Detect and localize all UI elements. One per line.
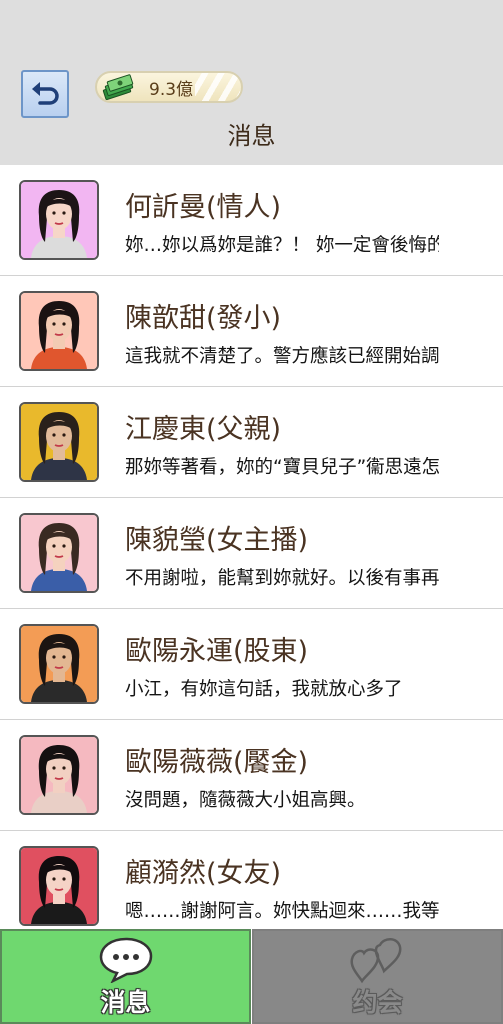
money-value: 9.3億 <box>149 79 194 100</box>
page-title: 消息 <box>227 122 276 150</box>
contact-row[interactable]: 陳貌瑩(女主播) 不用謝啦，能幫到妳就好。以後有事再找我 <box>0 498 503 609</box>
tab-messages[interactable]: 消息 <box>0 929 251 1024</box>
contact-row[interactable]: 歐陽薇薇(饜金) 沒問題，隨薇薇大小姐高興。 <box>0 720 503 831</box>
contact-last-message: 這我就不清楚了。警方應該已經開始調查了 <box>125 346 439 367</box>
contact-last-message: 嗯……謝謝阿言。妳快點迴來……我等妳 <box>125 901 439 922</box>
avatar <box>19 624 99 704</box>
contact-last-message: 不用謝啦，能幫到妳就好。以後有事再找我 <box>125 568 439 589</box>
cash-stack-icon <box>101 73 137 101</box>
contact-last-message: 那妳等著看，妳的“寶貝兒子”衞思遠怎麼辦 <box>125 457 439 478</box>
bottom-tab-bar: 消息 约会 <box>0 929 503 1024</box>
back-arrow-icon <box>32 82 59 105</box>
tab-dating[interactable]: 约会 <box>252 929 503 1024</box>
contact-row[interactable]: 江慶東(父親) 那妳等著看，妳的“寶貝兒子”衞思遠怎麼辦 <box>0 387 503 498</box>
top-header: 9.3億 消息 <box>0 0 503 166</box>
contact-last-message: 妳…妳以爲妳是誰？！ 妳一定會後悔的 <box>125 235 439 256</box>
contact-row[interactable]: 歐陽永運(股東) 小江，有妳這句話，我就放心多了 <box>0 609 503 720</box>
contact-name: 江慶東(父親) <box>125 414 282 445</box>
contact-last-message: 小江，有妳這句話，我就放心多了 <box>125 679 403 700</box>
contact-name: 顧漪然(女友) <box>125 858 282 889</box>
contact-last-message: 沒問題，隨薇薇大小姐高興。 <box>125 790 366 811</box>
avatar <box>19 180 99 260</box>
hearts-icon <box>349 938 401 984</box>
money-stripes <box>195 73 241 101</box>
contact-name: 歐陽薇薇(饜金) <box>125 747 309 778</box>
avatar <box>19 735 99 815</box>
contact-list: 何訢曼(情人) 妳…妳以爲妳是誰？！ 妳一定會後悔的陳歆甜(發小) 這我就不清楚了。… <box>0 165 503 929</box>
money-display: 9.3億 <box>95 71 243 103</box>
tab-messages-label: 消息 <box>100 988 151 1017</box>
avatar <box>19 513 99 593</box>
avatar <box>19 291 99 371</box>
back-button[interactable] <box>21 70 69 118</box>
tab-dating-label: 约会 <box>352 988 403 1017</box>
contact-row[interactable]: 顧漪然(女友) 嗯……謝謝阿言。妳快點迴來……我等妳 <box>0 831 503 929</box>
contact-row[interactable]: 何訢曼(情人) 妳…妳以爲妳是誰？！ 妳一定會後悔的 <box>0 165 503 276</box>
avatar <box>19 402 99 482</box>
chat-bubble-icon <box>99 937 152 983</box>
contact-name: 陳貌瑩(女主播) <box>125 525 309 556</box>
contact-name: 陳歆甜(發小) <box>125 303 282 334</box>
contact-name: 歐陽永運(股東) <box>125 636 309 667</box>
contact-row[interactable]: 陳歆甜(發小) 這我就不清楚了。警方應該已經開始調查了 <box>0 276 503 387</box>
contact-name: 何訢曼(情人) <box>125 192 282 223</box>
avatar <box>19 846 99 926</box>
